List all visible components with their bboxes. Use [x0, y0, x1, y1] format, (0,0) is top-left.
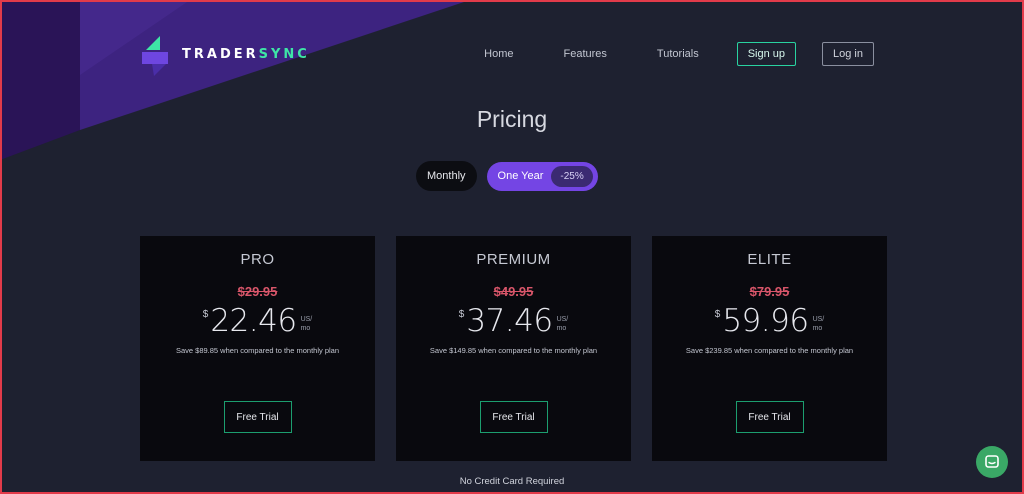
currency-symbol: $	[458, 309, 465, 320]
billing-yearly-label: One Year	[497, 170, 544, 182]
chat-widget-button[interactable]	[976, 446, 1008, 478]
page-title: Pricing	[476, 106, 548, 132]
brand-logo[interactable]: TRADERSYNC	[140, 32, 310, 76]
price-row: $ 37.46 US/mo	[396, 303, 631, 339]
original-price: $29.95	[237, 284, 278, 299]
billing-yearly-option[interactable]: One Year -25%	[486, 161, 598, 191]
price-unit: US/mo	[556, 316, 569, 332]
plan-card-premium: PREMIUM $49.95 $ 37.46 US/mo Save $149.8…	[396, 236, 631, 461]
plan-name: ELITE	[747, 251, 792, 268]
billing-toggle: Monthly One Year -25%	[416, 161, 598, 191]
login-button[interactable]: Log in	[822, 42, 874, 66]
pricing-cards: PRO $29.95 $ 22.46 US/mo Save $89.85 whe…	[140, 236, 887, 461]
savings-text: Save $89.85 when compared to the monthly…	[175, 346, 340, 355]
discounted-price: 22.46	[210, 303, 297, 339]
free-trial-button-premium[interactable]: Free Trial	[479, 401, 548, 433]
plan-card-elite: ELITE $79.95 $ 59.96 US/mo Save $239.85 …	[652, 236, 887, 461]
plan-name: PREMIUM	[476, 251, 551, 268]
discounted-price: 59.96	[722, 303, 809, 339]
nav-link-tutorials[interactable]: Tutorials	[657, 48, 699, 60]
signup-button[interactable]: Sign up	[736, 42, 797, 66]
savings-text: Save $239.85 when compared to the monthl…	[685, 346, 854, 355]
nav-links: Home Features Tutorials Sign up Log in	[484, 42, 874, 66]
currency-symbol: $	[202, 309, 209, 320]
plan-name: PRO	[240, 251, 275, 268]
discounted-price: 37.46	[466, 303, 553, 339]
nav-link-features[interactable]: Features	[564, 48, 607, 60]
price-row: $ 22.46 US/mo	[140, 303, 375, 339]
top-navigation: TRADERSYNC Home Features Tutorials Sign …	[0, 0, 1024, 110]
nav-link-home[interactable]: Home	[484, 48, 513, 60]
billing-monthly-option[interactable]: Monthly	[416, 161, 477, 191]
tradersync-logo-icon	[142, 36, 168, 76]
free-trial-button-pro[interactable]: Free Trial	[223, 401, 292, 433]
currency-symbol: $	[714, 309, 721, 320]
price-unit: US/mo	[300, 316, 313, 332]
chat-icon	[985, 455, 999, 468]
no-credit-card-note: No Credit Card Required	[459, 476, 565, 487]
savings-text: Save $149.85 when compared to the monthl…	[429, 346, 598, 355]
original-price: $79.95	[749, 284, 790, 299]
price-unit: US/mo	[812, 316, 825, 332]
brand-name: TRADERSYNC	[182, 46, 310, 62]
original-price: $49.95	[493, 284, 534, 299]
discount-badge: -25%	[551, 165, 593, 187]
plan-card-pro: PRO $29.95 $ 22.46 US/mo Save $89.85 whe…	[140, 236, 375, 461]
free-trial-button-elite[interactable]: Free Trial	[735, 401, 804, 433]
price-row: $ 59.96 US/mo	[652, 303, 887, 339]
